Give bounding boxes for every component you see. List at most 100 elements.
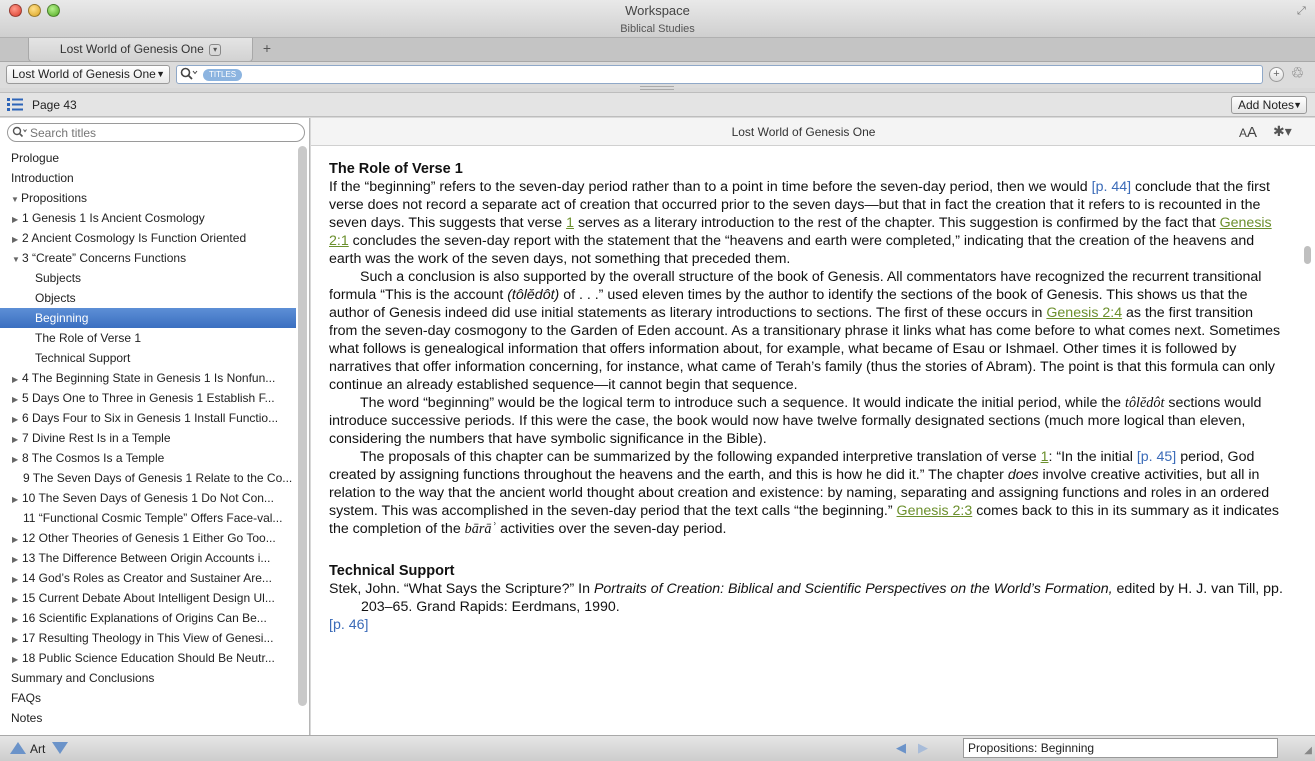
- resource-select-value: Lost World of Genesis One: [12, 67, 156, 81]
- search-box[interactable]: TITLES: [176, 65, 1263, 84]
- disclosure-open-icon[interactable]: ▼: [12, 250, 22, 268]
- sidebar-item[interactable]: ▶ 13 The Difference Between Origin Accoun…: [0, 548, 296, 568]
- sidebar-item[interactable]: ▶ 15 Current Debate About Intelligent Des…: [0, 588, 296, 608]
- sidebar-item[interactable]: Introduction: [0, 168, 296, 188]
- verse-link-genesis-2-4[interactable]: Genesis 2:4: [1046, 305, 1122, 321]
- sidebar-item[interactable]: Subjects: [0, 268, 296, 288]
- resource-select[interactable]: Lost World of Genesis One ▼: [6, 65, 170, 84]
- disclosure-closed-icon[interactable]: ▶: [12, 570, 22, 588]
- sidebar-item[interactable]: Objects: [0, 288, 296, 308]
- sidebar-item-label: Propositions: [21, 191, 88, 205]
- sidebar-item[interactable]: Beginning: [0, 308, 296, 328]
- sidebar-item[interactable]: ▶ 8 The Cosmos Is a Temple: [0, 448, 296, 468]
- disclosure-closed-icon[interactable]: ▶: [12, 650, 22, 668]
- disclosure-closed-icon[interactable]: ▶: [12, 390, 22, 408]
- sidebar-item-label: Technical Support: [35, 351, 131, 365]
- fullscreen-icon[interactable]: ⤢: [1297, 5, 1309, 17]
- tab-label: Lost World of Genesis One: [59, 42, 204, 56]
- window-title: Workspace: [625, 3, 690, 18]
- status-bar: Art ◀ ▶ ◢: [0, 735, 1315, 761]
- disclosure-closed-icon[interactable]: ▶: [12, 450, 22, 468]
- arrow-down-icon[interactable]: [52, 742, 68, 754]
- sync-icon[interactable]: ♲: [1290, 66, 1305, 82]
- splitter-grip[interactable]: [640, 86, 674, 90]
- reader-scrollbar[interactable]: [1304, 246, 1311, 264]
- sidebar-item[interactable]: Technical Support: [0, 348, 296, 368]
- sidebar-item[interactable]: 11 “Functional Cosmic Temple” Offers Fac…: [0, 508, 296, 528]
- sidebar-item-label: 16 Scientific Explanations of Origins Ca…: [22, 611, 267, 625]
- sidebar-scrollbar[interactable]: [298, 146, 307, 706]
- table-of-contents: Prologue Introduction ▼ Propositions ▶ 1 Gene…: [0, 148, 296, 728]
- sidebar-item-label: 5 Days One to Three in Genesis 1 Establi…: [22, 391, 275, 405]
- sidebar-item[interactable]: ▶ 17 Resulting Theology in This View of G…: [0, 628, 296, 648]
- sidebar-item[interactable]: ▶ 16 Scientific Explanations of Origins C…: [0, 608, 296, 628]
- disclosure-closed-icon[interactable]: ▶: [12, 530, 22, 548]
- sidebar-search-box[interactable]: [7, 123, 305, 142]
- disclosure-closed-icon[interactable]: ▶: [12, 490, 22, 508]
- disclosure-closed-icon[interactable]: ▶: [12, 370, 22, 388]
- paragraph-2: Such a conclusion is also supported by t…: [329, 269, 1281, 393]
- sidebar-item[interactable]: ▶ 6 Days Four to Six in Genesis 1 Install…: [0, 408, 296, 428]
- forward-icon[interactable]: ▶: [918, 740, 928, 756]
- add-icon[interactable]: +: [1269, 67, 1284, 82]
- disclosure-closed-icon[interactable]: ▶: [12, 550, 22, 568]
- sidebar-item[interactable]: ▼ 3 “Create” Concerns Functions: [0, 248, 296, 268]
- sidebar-item[interactable]: ▶ 7 Divine Rest Is in a Temple: [0, 428, 296, 448]
- add-tab-icon[interactable]: +: [260, 40, 274, 56]
- sidebar-item[interactable]: FAQs: [0, 688, 296, 708]
- sidebar-item-label: 9 The Seven Days of Genesis 1 Relate to …: [23, 471, 293, 485]
- heading-role-of-verse-1: The Role of Verse 1: [329, 161, 463, 177]
- sidebar-item[interactable]: ▶ 14 God’s Roles as Creator and Sustainer…: [0, 568, 296, 588]
- sidebar-item[interactable]: Prologue: [0, 148, 296, 168]
- page-link-44[interactable]: [p. 44]: [1092, 179, 1131, 195]
- sidebar-item[interactable]: ▶ 12 Other Theories of Genesis 1 Either G…: [0, 528, 296, 548]
- page-number: Page 43: [32, 98, 77, 112]
- disclosure-open-icon[interactable]: ▼: [11, 190, 21, 208]
- sidebar-item[interactable]: ▶ 4 The Beginning State in Genesis 1 Is N…: [0, 368, 296, 388]
- sidebar-item[interactable]: ▶ 1 Genesis 1 Is Ancient Cosmology: [0, 208, 296, 228]
- sidebar-item[interactable]: ▶ 18 Public Science Education Should Be N…: [0, 648, 296, 668]
- search-input[interactable]: [257, 67, 1247, 82]
- disclosure-closed-icon[interactable]: ▶: [12, 410, 22, 428]
- table-of-contents-icon[interactable]: [7, 98, 23, 111]
- page-link-46[interactable]: [p. 46]: [329, 617, 368, 633]
- sidebar-item[interactable]: ▶ 10 The Seven Days of Genesis 1 Do Not C…: [0, 488, 296, 508]
- sidebar-item[interactable]: Summary and Conclusions: [0, 668, 296, 688]
- sidebar-item[interactable]: The Role of Verse 1: [0, 328, 296, 348]
- art-label: Art: [30, 742, 46, 756]
- page-bar: Page 43 Add Notes ▼: [0, 92, 1315, 117]
- tab-lost-world[interactable]: Lost World of Genesis One ▾: [28, 38, 253, 62]
- disclosure-closed-icon[interactable]: ▶: [12, 590, 22, 608]
- sidebar-item[interactable]: 9 The Seven Days of Genesis 1 Relate to …: [0, 468, 296, 488]
- search-scope-pill[interactable]: TITLES: [203, 69, 243, 81]
- sidebar-item[interactable]: ▼ Propositions: [0, 188, 296, 208]
- add-notes-button[interactable]: Add Notes ▼: [1231, 96, 1307, 114]
- sidebar-search-input[interactable]: [30, 125, 300, 140]
- tab-menu-icon[interactable]: ▾: [209, 43, 222, 56]
- sidebar-item[interactable]: ▶ 2 Ancient Cosmology Is Function Oriente…: [0, 228, 296, 248]
- font-size-icon[interactable]: AA: [1239, 124, 1257, 141]
- sidebar-item-label: 1 Genesis 1 Is Ancient Cosmology: [22, 211, 205, 225]
- verse-link-genesis-2-3[interactable]: Genesis 2:3: [897, 503, 973, 519]
- search-icon[interactable]: [180, 67, 198, 84]
- location-field[interactable]: [963, 738, 1278, 758]
- sidebar-item-label: Beginning: [35, 311, 89, 325]
- gear-icon[interactable]: ✱▾: [1273, 123, 1292, 140]
- sidebar-item[interactable]: Notes: [0, 708, 296, 728]
- disclosure-closed-icon[interactable]: ▶: [12, 230, 22, 248]
- sidebar-item[interactable]: ▶ 5 Days One to Three in Genesis 1 Establ…: [0, 388, 296, 408]
- disclosure-closed-icon[interactable]: ▶: [12, 630, 22, 648]
- reader-pane: Lost World of Genesis One AA ✱▾ · · · · …: [311, 118, 1315, 735]
- page-link-45[interactable]: [p. 45]: [1137, 449, 1176, 465]
- sidebar-item-label: 4 The Beginning State in Genesis 1 Is No…: [22, 371, 276, 385]
- verse-link-1[interactable]: 1: [566, 215, 574, 231]
- resize-grip-icon[interactable]: ◢: [1304, 745, 1312, 756]
- disclosure-closed-icon[interactable]: ▶: [12, 210, 22, 228]
- arrow-up-icon[interactable]: [10, 742, 26, 754]
- sidebar-item-label: Objects: [35, 291, 76, 305]
- back-icon[interactable]: ◀: [896, 740, 906, 756]
- disclosure-closed-icon[interactable]: ▶: [12, 610, 22, 628]
- sidebar-item-label: Prologue: [11, 151, 60, 165]
- disclosure-closed-icon[interactable]: ▶: [12, 430, 22, 448]
- add-notes-label: Add Notes: [1238, 98, 1295, 112]
